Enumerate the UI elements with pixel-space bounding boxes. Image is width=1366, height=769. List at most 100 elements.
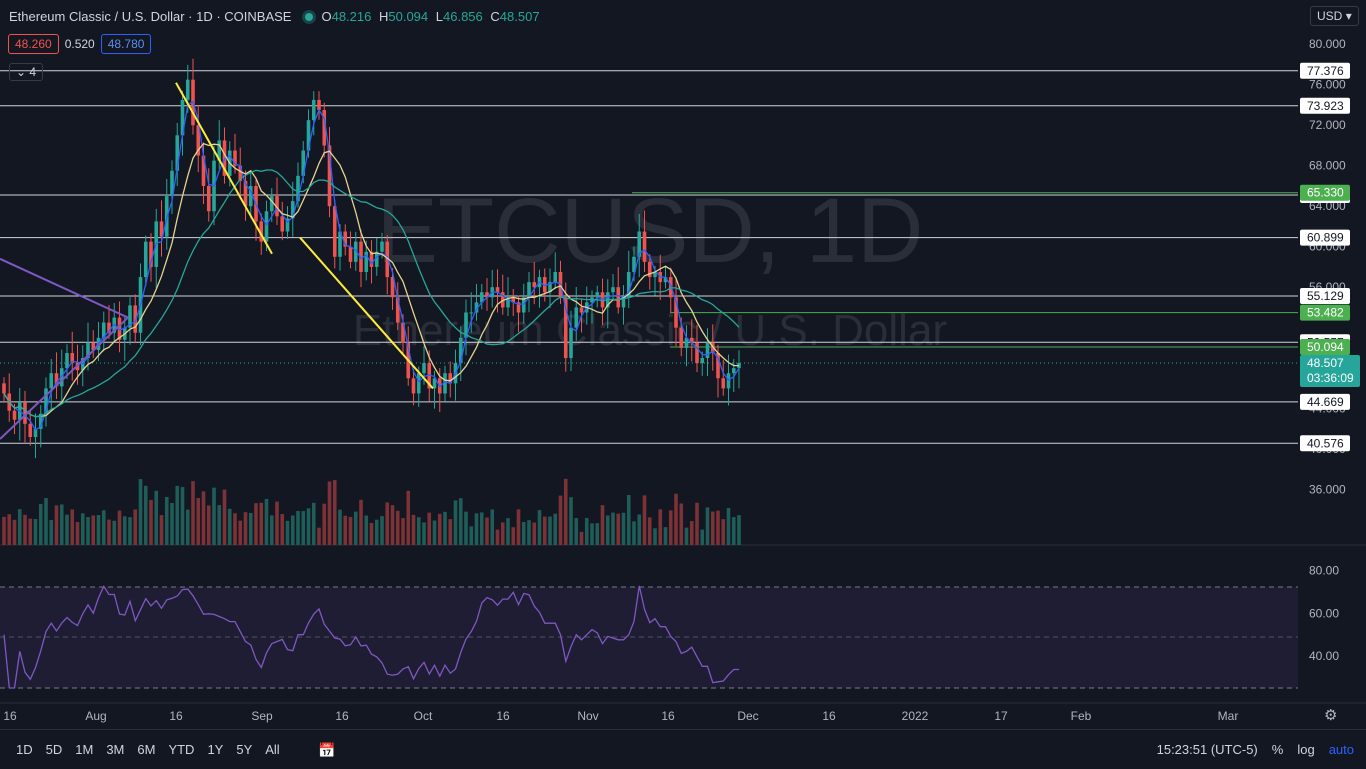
gear-icon[interactable]: ⚙: [1324, 706, 1337, 724]
volume-bar: [269, 515, 274, 545]
volume-bar: [579, 531, 584, 545]
volume-bar: [301, 511, 306, 545]
candle-body: [206, 185, 211, 212]
level-label: 55.129: [1307, 289, 1344, 303]
volume-bar: [49, 519, 54, 545]
volume-bar: [558, 495, 563, 545]
volume-bar: [128, 517, 132, 545]
time-tick-label: 16: [496, 709, 510, 723]
volume-bar: [317, 527, 321, 545]
volume-bar: [737, 515, 741, 545]
time-tick-label: Sep: [251, 709, 273, 723]
volume-bar: [595, 523, 600, 545]
volume-bar: [453, 500, 458, 545]
symbol-header[interactable]: Ethereum Classic / U.S. Dollar · 1D · CO…: [9, 9, 544, 24]
volume-bar: [332, 480, 337, 545]
market-status-icon: [305, 12, 314, 21]
trendline-3[interactable]: [0, 257, 129, 319]
range-3m[interactable]: 3M: [106, 742, 124, 757]
range-all[interactable]: All: [265, 742, 279, 757]
volume-bar: [327, 481, 332, 545]
caret-down-icon: ▾: [1345, 9, 1352, 23]
high-key: H: [378, 9, 389, 24]
rsi-tick-label: 40.00: [1309, 649, 1339, 663]
clock-time[interactable]: 15:23:51 (UTC-5): [1157, 742, 1258, 757]
volume-bar: [86, 517, 90, 545]
buy-price-button[interactable]: 48.780: [100, 34, 152, 54]
volume-bar: [238, 520, 243, 545]
volume-bar: [75, 522, 80, 545]
volume-bar: [632, 521, 636, 545]
candle-body: [574, 307, 579, 328]
volume-bar: [254, 503, 258, 545]
volume-bar: [59, 504, 64, 545]
volume-bar: [233, 513, 237, 545]
volume-bar: [674, 493, 678, 545]
volume-bar: [621, 512, 626, 545]
volume-bar: [275, 501, 279, 545]
chart-canvas[interactable]: ETCUSD, 1D Ethereum Classic / U.S. Dolla…: [0, 0, 1366, 768]
candle-body: [495, 287, 500, 293]
bar-countdown-label: 03:36:09: [1307, 371, 1354, 385]
volume-bar: [448, 519, 453, 545]
volume-bar: [196, 498, 201, 545]
range-1y[interactable]: 1Y: [207, 742, 223, 757]
volume-bar: [668, 510, 673, 545]
volume-bar: [2, 516, 6, 545]
symbol-title[interactable]: Ethereum Classic / U.S. Dollar · 1D · CO…: [9, 9, 291, 24]
volume-bar: [548, 516, 552, 545]
volume-bar: [259, 502, 264, 545]
volume-bar: [359, 499, 363, 545]
candle-body: [705, 342, 710, 359]
volume-bar: [385, 502, 390, 545]
volume-bar: [616, 513, 621, 545]
range-1d[interactable]: 1D: [16, 742, 33, 757]
candle-body: [611, 287, 615, 293]
time-tick-label: Dec: [737, 709, 758, 723]
range-selector: 1D 5D 1M 3M 6M YTD 1Y 5Y All: [16, 742, 280, 757]
date-range-icon[interactable]: 📅: [318, 742, 335, 759]
volume-bar: [285, 520, 290, 545]
candle-body: [28, 423, 33, 437]
level-label: 40.576: [1307, 436, 1344, 450]
candle-body: [12, 410, 17, 420]
volume-bar: [716, 510, 720, 545]
auto-scale-toggle[interactable]: auto: [1329, 742, 1354, 757]
green-level-label: 50.094: [1307, 340, 1344, 354]
trendline-4[interactable]: [0, 316, 129, 440]
volume-bar: [600, 505, 605, 545]
candle-body: [380, 241, 384, 252]
volume-bar: [185, 509, 190, 545]
volume-bar: [731, 517, 736, 545]
volume-bar: [563, 478, 568, 545]
log-scale-toggle[interactable]: log: [1297, 742, 1314, 757]
candle-body: [553, 272, 558, 283]
range-6m[interactable]: 6M: [137, 742, 155, 757]
price-tick-label: 80.000: [1309, 37, 1346, 51]
volume-bar: [306, 508, 311, 545]
volume-bar: [201, 491, 206, 545]
range-5d[interactable]: 5D: [46, 742, 63, 757]
volume-bar: [469, 526, 474, 545]
percent-scale-toggle[interactable]: %: [1272, 742, 1284, 757]
volume-bar: [422, 522, 426, 545]
volume-bar: [143, 485, 148, 545]
sell-price-button[interactable]: 48.260: [8, 34, 59, 54]
volume-bar: [338, 509, 342, 545]
range-1m[interactable]: 1M: [75, 742, 93, 757]
volume-bar: [611, 512, 615, 545]
low-key: L: [435, 9, 443, 24]
time-axis: 16 Aug 16 Sep 16 Oct 16 Nov 16 Dec 16 2022 17 Feb Mar: [3, 709, 1238, 723]
volume-bar: [443, 511, 447, 545]
scale-controls: 15:23:51 (UTC-5) % log auto: [1157, 742, 1354, 757]
volume-bar: [521, 521, 526, 545]
range-5y[interactable]: 5Y: [236, 742, 252, 757]
range-ytd[interactable]: YTD: [168, 742, 194, 757]
level-label: 73.923: [1307, 99, 1344, 113]
currency-select[interactable]: USD ▾: [1310, 6, 1359, 26]
indicators-collapse-button[interactable]: ⌄ 4: [9, 63, 44, 81]
candle-body: [469, 312, 474, 314]
currency-label: USD: [1317, 9, 1343, 23]
high-value: 50.094: [388, 9, 429, 24]
volume-bar: [133, 509, 138, 545]
